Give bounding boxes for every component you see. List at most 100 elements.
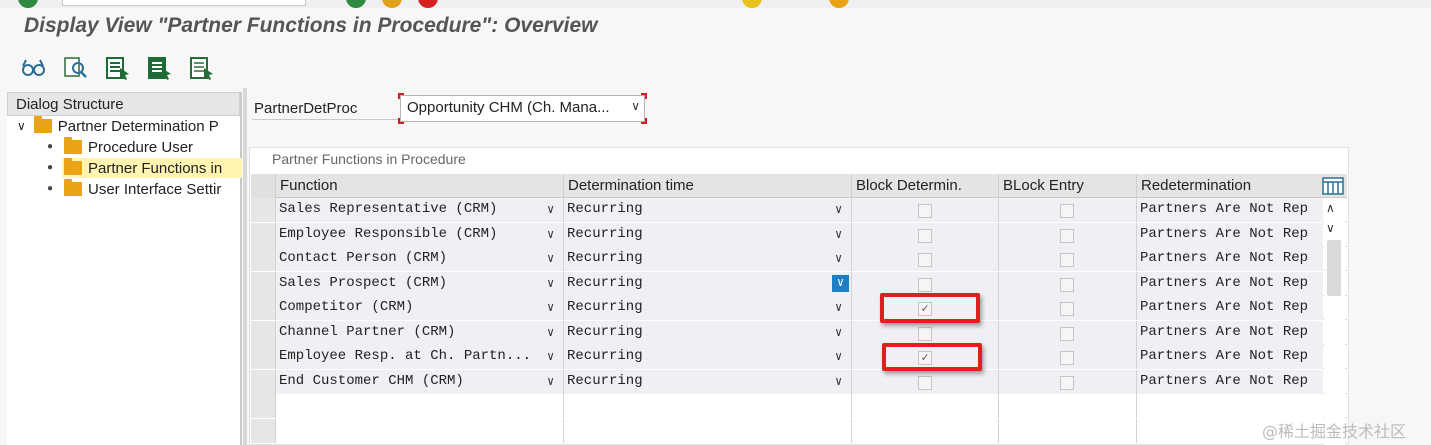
chevron-down-icon[interactable]: ∨ [835, 374, 842, 389]
command-field[interactable] [62, 0, 306, 6]
chevron-down-icon[interactable]: ∨ [547, 349, 554, 364]
row-selector[interactable] [251, 296, 276, 320]
determination-time-cell[interactable]: Recurring ∨ [564, 247, 852, 271]
checkbox[interactable] [1060, 253, 1074, 267]
checkbox[interactable] [918, 277, 932, 292]
expand-chevron-icon[interactable]: ∨ [17, 119, 26, 133]
redetermination-cell[interactable]: Partners Are Not Rep [1137, 271, 1323, 296]
row-selector[interactable] [251, 345, 276, 369]
function-cell[interactable]: Channel Partner (CRM) ∨ [276, 320, 564, 345]
column-settings-icon[interactable] [1322, 177, 1344, 195]
chevron-down-icon[interactable]: ∨ [835, 227, 842, 242]
redetermination-cell[interactable] [1137, 394, 1323, 418]
function-cell[interactable]: Sales Representative (CRM) ∨ [276, 198, 564, 222]
save-icon[interactable] [346, 0, 366, 8]
function-cell[interactable]: Sales Prospect (CRM) ∨ [276, 271, 564, 296]
function-cell[interactable]: Competitor (CRM) ∨ [276, 296, 564, 320]
checkbox[interactable] [918, 204, 932, 218]
chevron-down-icon[interactable]: ∨ [547, 300, 554, 315]
chevron-down-icon[interactable]: ∨ [547, 374, 554, 389]
enter-icon[interactable] [18, 0, 38, 8]
select-all-icon[interactable] [102, 54, 132, 82]
chevron-down-icon[interactable]: ∨ [832, 274, 849, 292]
chevron-down-icon[interactable]: ∨ [835, 251, 842, 266]
scroll-up-icon[interactable]: ∧ [1326, 201, 1335, 215]
function-cell[interactable] [276, 394, 564, 418]
row-selector[interactable] [251, 394, 276, 418]
pane-splitter[interactable] [243, 88, 247, 445]
function-cell[interactable]: Contact Person (CRM) ∨ [276, 247, 564, 271]
row-selector[interactable] [251, 222, 276, 247]
tree-item-user-interface-settings[interactable]: User Interface Settir [64, 179, 242, 199]
scroll-down-icon[interactable]: ∨ [1326, 221, 1335, 235]
function-cell[interactable] [276, 418, 564, 443]
checkbox[interactable] [1060, 375, 1074, 390]
chevron-down-icon[interactable]: ∨ [547, 251, 554, 266]
column-header-block-entry[interactable]: BLock Entry [999, 174, 1137, 198]
redetermination-cell[interactable]: Partners Are Not Rep [1137, 345, 1323, 369]
function-cell[interactable]: Employee Resp. at Ch. Partn... ∨ [276, 345, 564, 369]
chevron-down-icon[interactable]: ∨ [547, 202, 554, 217]
tree-item-procedure-user[interactable]: Procedure User [64, 137, 193, 157]
function-cell[interactable]: Employee Responsible (CRM) ∨ [276, 222, 564, 247]
determination-time-cell[interactable] [564, 418, 852, 443]
row-selector[interactable] [251, 369, 276, 394]
checkbox[interactable] [1060, 277, 1074, 292]
tree-item-partner-determination[interactable]: ∨ Partner Determination P [17, 116, 219, 136]
column-header-redetermination[interactable]: Redetermination [1137, 174, 1325, 198]
cancel-icon[interactable] [418, 0, 438, 8]
chevron-down-icon[interactable]: ∨ [835, 349, 842, 364]
redetermination-cell[interactable]: Partners Are Not Rep [1137, 320, 1323, 345]
display-glasses-icon[interactable] [18, 54, 48, 82]
determination-time-cell[interactable]: Recurring ∨ [564, 222, 852, 247]
scrollbar-thumb[interactable] [1327, 240, 1341, 296]
redetermination-cell[interactable]: Partners Are Not Rep [1137, 296, 1323, 320]
chevron-down-icon[interactable]: ∨ [547, 325, 554, 340]
determination-time-cell[interactable]: Recurring ∨ [564, 345, 852, 369]
tree-item-partner-functions[interactable]: Partner Functions in [62, 158, 242, 178]
checkbox[interactable] [918, 326, 932, 341]
determination-time-cell[interactable]: Recurring ∨ [564, 271, 852, 296]
back-icon[interactable] [382, 0, 402, 8]
row-selector[interactable] [251, 271, 276, 296]
function-cell[interactable]: End Customer CHM (CRM) ∨ [276, 369, 564, 394]
chevron-down-icon[interactable]: ∨ [547, 276, 554, 291]
checkbox[interactable] [1060, 204, 1074, 218]
row-selector[interactable] [251, 418, 276, 443]
redetermination-cell[interactable]: Partners Are Not Rep [1137, 247, 1323, 271]
determination-time-cell[interactable]: Recurring ∨ [564, 296, 852, 320]
redetermination-cell[interactable]: Partners Are Not Rep [1137, 369, 1323, 394]
redetermination-cell[interactable]: Partners Are Not Rep [1137, 198, 1323, 222]
checkbox[interactable] [1060, 326, 1074, 341]
chevron-down-icon[interactable]: ∨ [835, 325, 842, 340]
redetermination-cell[interactable]: Partners Are Not Rep [1137, 222, 1323, 247]
row-selector[interactable] [251, 198, 276, 222]
checkbox[interactable] [918, 375, 932, 390]
checkbox[interactable] [1060, 302, 1074, 316]
column-header-block-determin[interactable]: Block Determin. [852, 174, 999, 198]
column-header-function[interactable]: Function [276, 174, 564, 198]
checkbox[interactable] [1060, 228, 1074, 243]
select-block-icon[interactable] [144, 54, 174, 82]
row-selector[interactable] [251, 247, 276, 271]
row-selector[interactable] [251, 320, 276, 345]
help-icon[interactable] [829, 0, 849, 8]
partner-det-proc-dropdown[interactable]: Opportunity CHM (Ch. Mana... ∨ [400, 95, 645, 122]
determination-time-cell[interactable]: Recurring ∨ [564, 369, 852, 394]
find-icon[interactable] [60, 54, 90, 82]
chevron-down-icon[interactable]: ∨ [547, 227, 554, 242]
determination-time-cell[interactable]: Recurring ∨ [564, 198, 852, 222]
checkbox[interactable] [918, 228, 932, 243]
chevron-down-icon[interactable]: ∨ [835, 300, 842, 315]
select-all-header[interactable] [251, 174, 276, 198]
determination-time-cell[interactable] [564, 394, 852, 418]
column-header-determination-time[interactable]: Determination time [564, 174, 852, 198]
deselect-all-icon[interactable] [186, 54, 216, 82]
checkbox[interactable] [918, 253, 932, 267]
favorite-icon[interactable] [742, 0, 762, 8]
checkbox[interactable] [1060, 351, 1074, 365]
chevron-down-icon[interactable]: ∨ [835, 202, 842, 217]
table-vertical-scrollbar[interactable] [1324, 198, 1345, 445]
function-value: Competitor (CRM) [279, 299, 414, 315]
determination-time-cell[interactable]: Recurring ∨ [564, 320, 852, 345]
